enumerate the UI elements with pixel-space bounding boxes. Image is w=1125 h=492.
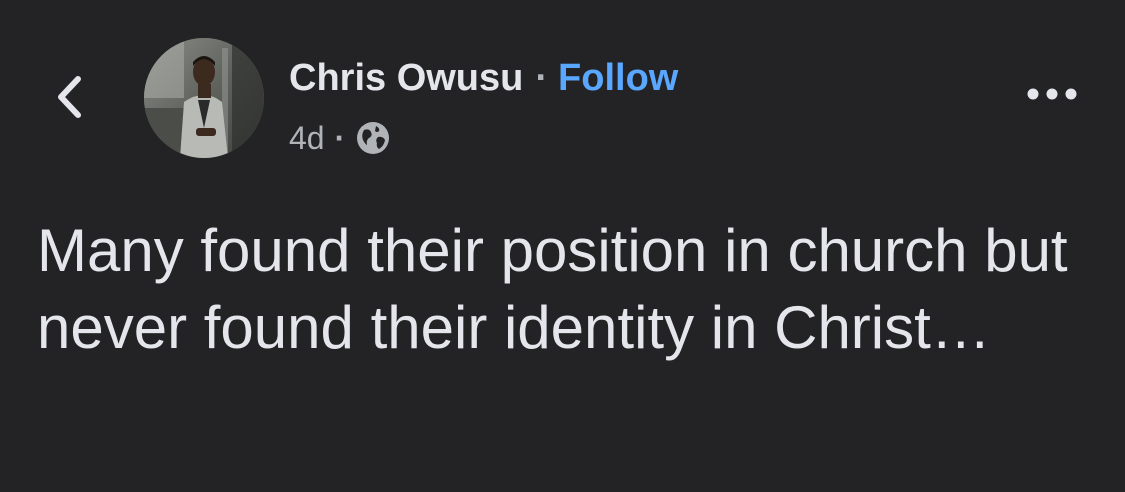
follow-button[interactable]: Follow (558, 54, 678, 102)
timestamp[interactable]: 4d (289, 120, 325, 157)
more-horizontal-icon (1026, 87, 1078, 106)
avatar[interactable] (144, 38, 264, 158)
back-button[interactable] (44, 72, 94, 122)
name-separator: · (535, 57, 549, 99)
globe-icon[interactable] (355, 120, 391, 156)
chevron-left-icon (54, 75, 84, 119)
post-text: Many found their position in church but … (37, 217, 1068, 361)
meta-separator: · (334, 119, 346, 156)
post-meta: 4d · (289, 117, 391, 159)
more-options-button[interactable] (1022, 78, 1082, 114)
author-name[interactable]: Chris Owusu (289, 54, 523, 102)
post-header: Chris Owusu · Follow 4d · (0, 0, 1125, 190)
author-line: Chris Owusu · Follow (289, 54, 678, 102)
